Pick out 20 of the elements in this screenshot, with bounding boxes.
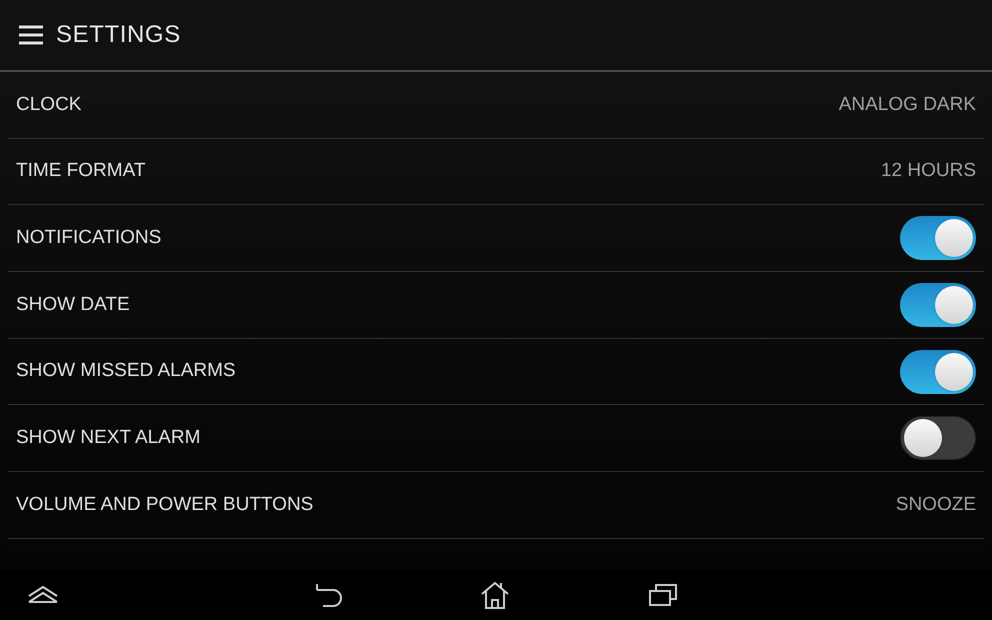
setting-value: SNOOZE: [896, 492, 976, 517]
chevron-up-icon[interactable]: [27, 584, 59, 604]
toggle-switch[interactable]: [900, 216, 976, 260]
toggle-switch[interactable]: [900, 350, 976, 394]
screen-title: SETTINGS: [56, 20, 181, 50]
setting-label[interactable]: VOLUME AND POWER BUTTONS: [16, 490, 314, 520]
toggle-switch[interactable]: [900, 282, 976, 327]
home-icon[interactable]: [479, 580, 511, 610]
setting-label[interactable]: SHOW DATE: [16, 290, 130, 320]
setting-label[interactable]: NOTIFICATIONS: [16, 224, 162, 252]
setting-label[interactable]: SHOW NEXT ALARM: [16, 424, 200, 453]
setting-label[interactable]: TIME FORMAT: [16, 157, 146, 186]
setting-label[interactable]: SHOW MISSED ALARMS: [16, 357, 236, 386]
back-icon[interactable]: [313, 582, 343, 608]
setting-value: ANALOG DARK: [838, 92, 976, 117]
toggle-switch[interactable]: [900, 416, 976, 460]
setting-label[interactable]: CLOCK: [16, 90, 82, 120]
setting-value: 12 HOURS: [880, 159, 976, 184]
menu-icon[interactable]: [18, 25, 44, 45]
recent-apps-icon[interactable]: [647, 582, 679, 608]
